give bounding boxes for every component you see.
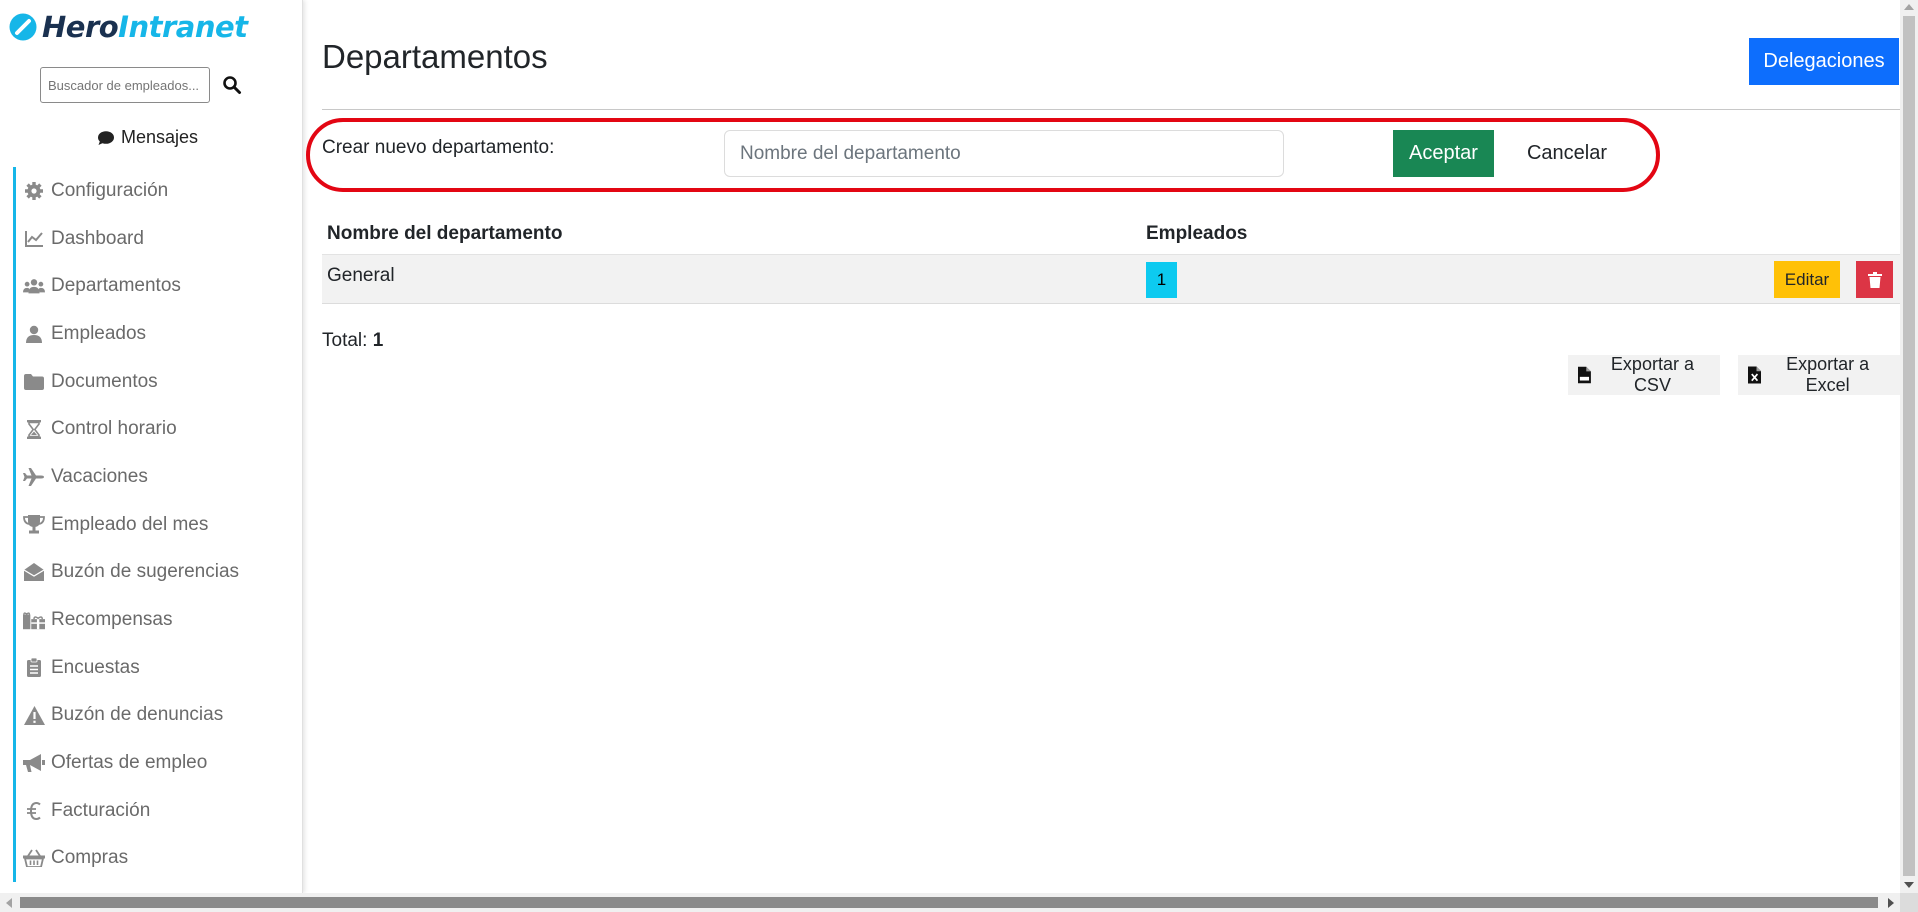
horizontal-scroll-thumb[interactable] [20, 897, 1878, 908]
column-header-name: Nombre del departamento [327, 223, 563, 244]
sidebar-item-empleados[interactable]: Empleados [13, 310, 293, 358]
clipboard-icon [27, 658, 41, 678]
create-department-label: Crear nuevo departamento: [322, 137, 555, 158]
brand-name-part2: Intranet [118, 10, 248, 44]
sidebar-item-departamentos[interactable]: Departamentos [13, 262, 293, 311]
scroll-left-icon[interactable] [6, 898, 12, 908]
basket-icon [23, 849, 45, 868]
vertical-scroll-thumb[interactable] [1903, 16, 1915, 876]
chart-line-icon [25, 230, 43, 247]
delete-button[interactable] [1856, 261, 1893, 298]
sidebar-item-label: Buzón de sugerencias [51, 561, 240, 583]
user-icon [26, 325, 42, 343]
delegaciones-button[interactable]: Delegaciones [1749, 38, 1899, 85]
sidebar-item-documentos[interactable]: Documentos [13, 357, 293, 406]
employee-search [40, 67, 242, 103]
scroll-down-icon[interactable] [1904, 882, 1914, 888]
envelope-open-icon [24, 563, 44, 582]
gear-icon [25, 181, 43, 200]
sidebar-item-label: Compras [51, 847, 129, 869]
sidebar-item-facturacion[interactable]: Facturación [13, 786, 293, 835]
warning-icon [23, 705, 45, 725]
vertical-scrollbar[interactable] [1900, 0, 1918, 893]
sidebar-item-label: Documentos [51, 370, 158, 392]
sidebar-menu: Configuración Dashboard Departamentos Em… [13, 167, 293, 883]
hourglass-icon [27, 419, 41, 439]
sidebar-item-dashboard[interactable]: Dashboard [13, 214, 293, 263]
sidebar-item-label: Empleados [51, 322, 147, 344]
total-value: 1 [372, 330, 384, 351]
messages-link[interactable]: Mensajes [97, 127, 198, 148]
sidebar: HeroIntranet Mensajes Configuración Dash… [0, 0, 303, 893]
sidebar-item-configuracion[interactable]: Configuración [13, 167, 293, 215]
scroll-right-icon[interactable] [1888, 898, 1894, 908]
messages-label: Mensajes [121, 127, 199, 147]
sidebar-item-buzon-sugerencias[interactable]: Buzón de sugerencias [13, 548, 293, 597]
scroll-up-icon[interactable] [1904, 4, 1914, 10]
table-row: General 1 Editar [322, 255, 1900, 304]
sidebar-item-label: Configuración [51, 179, 169, 201]
horizontal-scrollbar[interactable] [0, 893, 1900, 912]
sidebar-item-label: Facturación [51, 799, 151, 821]
page-title: Departamentos [322, 38, 548, 75]
sidebar-item-buzon-denuncias[interactable]: Buzón de denuncias [13, 691, 293, 740]
sidebar-item-control-horario[interactable]: Control horario [13, 405, 293, 454]
sidebar-item-label: Buzón de denuncias [51, 704, 224, 726]
plane-icon [23, 467, 44, 486]
employee-count-badge: 1 [1146, 262, 1177, 298]
file-excel-icon [1748, 366, 1762, 384]
export-excel-button[interactable]: Exportar a Excel [1738, 354, 1900, 395]
brand-name-part1: Hero [42, 10, 119, 44]
cancel-button[interactable]: Cancelar [1519, 130, 1615, 177]
department-name-input[interactable] [724, 130, 1284, 177]
brand-logo[interactable]: HeroIntranet [8, 10, 248, 44]
search-icon[interactable] [222, 75, 242, 95]
scrollbar-corner [1900, 893, 1918, 912]
users-icon [23, 279, 45, 294]
logo-mark-icon [9, 13, 37, 41]
euro-icon [27, 801, 41, 820]
folder-icon [24, 373, 44, 390]
accept-button[interactable]: Aceptar [1393, 130, 1494, 177]
export-csv-label: Exportar a CSV [1610, 354, 1694, 395]
total-label: Total: [322, 330, 368, 351]
edit-button[interactable]: Editar [1774, 261, 1840, 298]
department-name-cell: General [327, 265, 395, 286]
title-divider [322, 109, 1900, 110]
sidebar-item-compras[interactable]: Compras [13, 834, 293, 883]
comment-icon [98, 130, 114, 145]
sidebar-item-label: Control horario [51, 418, 177, 440]
gifts-icon [23, 611, 45, 629]
sidebar-item-label: Vacaciones [51, 465, 148, 487]
sidebar-item-recompensas[interactable]: Recompensas [13, 596, 293, 644]
sidebar-item-ofertas-empleo[interactable]: Ofertas de empleo [13, 739, 293, 787]
sidebar-item-vacaciones[interactable]: Vacaciones [13, 453, 293, 501]
export-excel-label: Exportar a Excel [1786, 354, 1870, 395]
sidebar-item-label: Empleado del mes [51, 513, 209, 535]
sidebar-item-label: Dashboard [51, 227, 144, 249]
export-csv-button[interactable]: Exportar a CSV [1568, 354, 1720, 395]
megaphone-icon [23, 753, 45, 772]
trophy-icon [23, 515, 45, 534]
create-department-form: Crear nuevo departamento: Aceptar Cancel… [322, 130, 1702, 180]
sidebar-item-empleado-del-mes[interactable]: Empleado del mes [13, 500, 293, 549]
sidebar-item-label: Recompensas [51, 609, 173, 631]
column-header-employees: Empleados [1146, 223, 1248, 244]
sidebar-item-label: Encuestas [51, 656, 140, 678]
sidebar-item-label: Departamentos [51, 275, 181, 297]
total-count: Total: 1 [322, 330, 383, 352]
brand-name: HeroIntranet [42, 10, 248, 44]
sidebar-item-encuestas[interactable]: Encuestas [13, 643, 293, 692]
file-csv-icon [1578, 366, 1591, 384]
sidebar-item-label: Ofertas de empleo [51, 752, 208, 774]
departments-table: Nombre del departamento Empleados Genera… [322, 218, 1900, 304]
table-header: Nombre del departamento Empleados [322, 218, 1900, 255]
trash-icon [1867, 271, 1882, 288]
employee-search-input[interactable] [40, 67, 210, 103]
